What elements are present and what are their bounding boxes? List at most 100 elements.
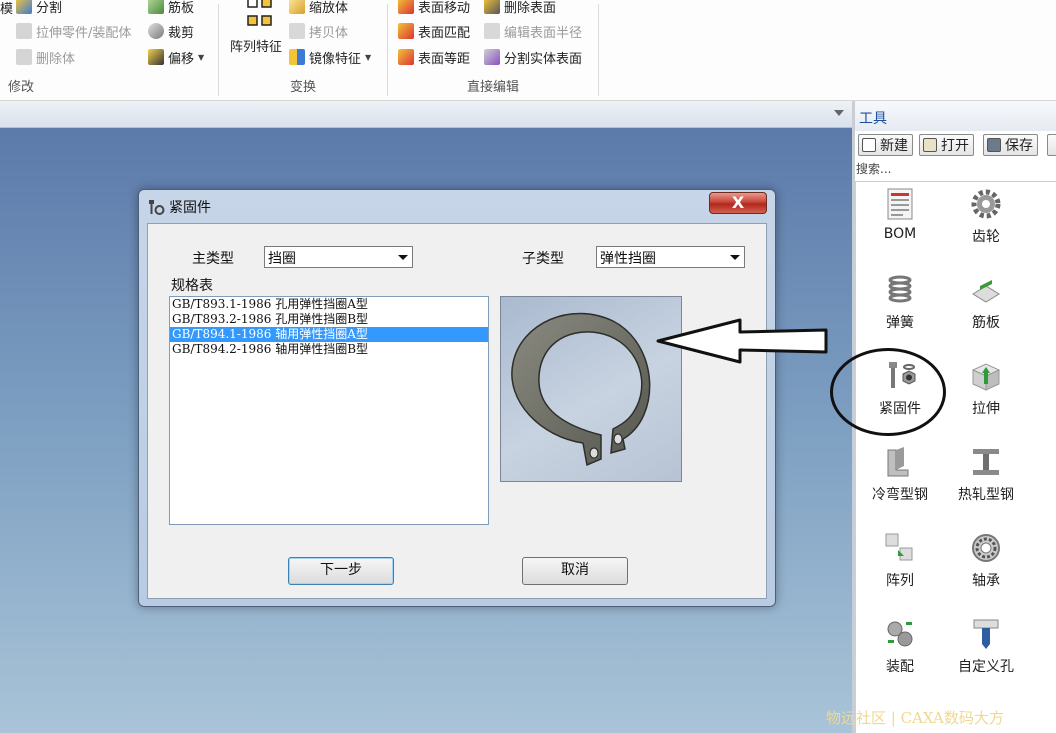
split-solid-face-button[interactable]: 分割实体表面 bbox=[484, 46, 582, 68]
main-type-select[interactable]: 挡圈 bbox=[264, 246, 413, 268]
open-button[interactable]: 打开 bbox=[919, 134, 974, 156]
rib-icon bbox=[972, 280, 1000, 303]
chevron-down-icon[interactable] bbox=[729, 252, 741, 262]
tool-item-bearing[interactable]: 轴承 bbox=[943, 532, 1029, 604]
tool-grid: BOM 齿轮 弹簧 筋板 紧固件 拉伸 冷弯型钢 热轧型钢 阵列 轴承 装配 自… bbox=[855, 181, 1056, 733]
ribbon-group-modify: 模 分割 拉伸零件/装配体 删除体 筋板 裁剪 偏移 ▼ 修改 bbox=[0, 0, 218, 101]
group-title-direct-edit: 直接编辑 bbox=[466, 80, 519, 95]
next-button[interactable]: 下一步 bbox=[288, 557, 394, 585]
more-button[interactable] bbox=[1047, 134, 1056, 156]
trim-label: 裁剪 bbox=[168, 25, 195, 41]
save-label: 保存 bbox=[1005, 138, 1033, 154]
chevron-down-icon[interactable] bbox=[397, 252, 409, 262]
tool-item-hot-rolled-steel[interactable]: 热轧型钢 bbox=[943, 446, 1029, 518]
edit-face-radius-label: 编辑表面半径 bbox=[504, 25, 583, 41]
cancel-button[interactable]: 取消 bbox=[522, 557, 628, 585]
ribbon-separator bbox=[598, 4, 599, 96]
scale-body-button[interactable]: 缩放体 bbox=[289, 0, 348, 17]
panel-title: 工具 bbox=[855, 101, 1056, 131]
chevron-down-icon[interactable]: ▼ bbox=[198, 53, 204, 62]
tool-item-label: 齿轮 bbox=[972, 229, 1000, 245]
trim-button[interactable]: 裁剪 bbox=[148, 20, 194, 42]
annotation-ellipse bbox=[830, 348, 946, 436]
list-item-selected[interactable]: GB/T894.1-1986 轴用弹性挡圈A型 bbox=[170, 327, 488, 342]
list-item[interactable]: GB/T894.2-1986 轴用弹性挡圈B型 bbox=[170, 342, 488, 357]
scale-body-icon bbox=[289, 0, 305, 14]
split-solid-face-icon bbox=[484, 49, 500, 65]
document-tab-strip bbox=[0, 101, 852, 128]
split-solid-face-label: 分割实体表面 bbox=[504, 51, 583, 67]
tool-item-assembly[interactable]: 装配 bbox=[857, 618, 943, 690]
group-title-modify: 修改 bbox=[8, 80, 35, 95]
dialog-title: 紧固件 bbox=[169, 200, 211, 216]
tool-item-cold-bent-steel[interactable]: 冷弯型钢 bbox=[857, 446, 943, 518]
edit-face-radius-icon bbox=[484, 23, 500, 39]
tool-item-label: 冷弯型钢 bbox=[872, 487, 928, 503]
sub-type-select[interactable]: 弹性挡圈 bbox=[596, 246, 745, 268]
save-disk-icon bbox=[987, 138, 1001, 152]
custom-hole-icon bbox=[973, 619, 999, 649]
delete-face-icon bbox=[484, 0, 500, 14]
array-icon bbox=[885, 533, 913, 561]
annotation-arrow bbox=[656, 318, 828, 364]
sub-type-value: 弹性挡圈 bbox=[600, 251, 656, 267]
match-face-icon bbox=[398, 23, 414, 39]
tool-item-label: 自定义孔 bbox=[958, 659, 1014, 675]
tool-item-array[interactable]: 阵列 bbox=[857, 532, 943, 604]
tool-item-label: BOM bbox=[883, 226, 917, 242]
spec-listbox[interactable]: GB/T893.1-1986 孔用弹性挡圈A型 GB/T893.2-1986 孔… bbox=[169, 296, 489, 525]
edit-face-radius-button[interactable]: 编辑表面半径 bbox=[484, 20, 582, 42]
match-face-button[interactable]: 表面匹配 bbox=[398, 20, 470, 42]
tool-item-gear[interactable]: 齿轮 bbox=[943, 188, 1029, 260]
tool-item-custom-hole[interactable]: 自定义孔 bbox=[943, 618, 1029, 690]
partial-tool[interactable]: 模 bbox=[0, 0, 13, 18]
scale-body-label: 缩放体 bbox=[309, 0, 349, 16]
dialog-title-bar[interactable]: 紧固件 bbox=[147, 196, 211, 218]
tool-item-label: 弹簧 bbox=[886, 315, 914, 331]
array-feature-button[interactable]: 阵列特征 bbox=[225, 0, 287, 62]
ribbon-group-direct-edit: 表面移动 表面匹配 表面等距 删除表面 编辑表面半径 分割实体表面 直接编辑 bbox=[388, 0, 598, 101]
gear-icon bbox=[971, 189, 1001, 219]
move-face-button[interactable]: 表面移动 bbox=[398, 0, 470, 17]
stretch-part-icon bbox=[16, 23, 32, 39]
search-label[interactable]: 搜索... bbox=[855, 158, 1056, 180]
rib-tool-icon bbox=[148, 0, 164, 14]
copy-body-button[interactable]: 拷贝体 bbox=[289, 20, 348, 42]
open-folder-icon bbox=[923, 138, 937, 152]
chevron-down-icon[interactable] bbox=[834, 110, 844, 116]
mirror-feature-button[interactable]: 镜像特征 ▼ bbox=[289, 46, 371, 68]
array-feature-label: 阵列特征 bbox=[229, 40, 282, 55]
delete-face-button[interactable]: 删除表面 bbox=[484, 0, 556, 17]
split-button[interactable]: 分割 bbox=[16, 0, 62, 17]
rib-button[interactable]: 筋板 bbox=[148, 0, 194, 17]
list-item[interactable]: GB/T893.1-1986 孔用弹性挡圈A型 bbox=[170, 297, 488, 312]
delete-body-button[interactable]: 删除体 bbox=[16, 46, 75, 68]
bom-icon bbox=[887, 188, 913, 220]
mirror-feature-label: 镜像特征 bbox=[309, 51, 362, 67]
offset-button[interactable]: 偏移 ▼ bbox=[148, 46, 204, 68]
save-button[interactable]: 保存 bbox=[983, 134, 1038, 156]
move-face-label: 表面移动 bbox=[418, 0, 471, 16]
match-face-label: 表面匹配 bbox=[418, 25, 471, 41]
offset-face-button[interactable]: 表面等距 bbox=[398, 46, 470, 68]
new-button[interactable]: 新建 bbox=[858, 134, 913, 156]
delete-body-icon bbox=[16, 49, 32, 65]
rib-label: 筋板 bbox=[168, 0, 195, 16]
assembly-icon bbox=[887, 621, 913, 647]
tool-item-label: 热轧型钢 bbox=[958, 487, 1014, 503]
tool-item-bom[interactable]: BOM bbox=[857, 188, 943, 260]
offset-icon bbox=[148, 49, 164, 65]
stretch-part-button[interactable]: 拉伸零件/装配体 bbox=[16, 20, 131, 42]
bearing-icon bbox=[972, 534, 1000, 562]
tool-item-rib[interactable]: 筋板 bbox=[943, 274, 1029, 346]
chevron-down-icon[interactable]: ▼ bbox=[365, 53, 371, 62]
offset-face-label: 表面等距 bbox=[418, 51, 471, 67]
tool-item-extrude[interactable]: 拉伸 bbox=[943, 360, 1029, 432]
close-button[interactable]: X bbox=[709, 192, 767, 214]
tool-item-spring[interactable]: 弹簧 bbox=[857, 274, 943, 346]
dialog-client: 主类型 挡圈 子类型 弹性挡圈 规格表 GB/T893.1-1986 孔用弹性挡… bbox=[147, 223, 767, 599]
list-item[interactable]: GB/T893.2-1986 孔用弹性挡圈B型 bbox=[170, 312, 488, 327]
partial-tool-label: 模 bbox=[0, 1, 14, 17]
cold-bent-steel-icon bbox=[887, 447, 909, 477]
stretch-part-label: 拉伸零件/装配体 bbox=[36, 25, 132, 41]
